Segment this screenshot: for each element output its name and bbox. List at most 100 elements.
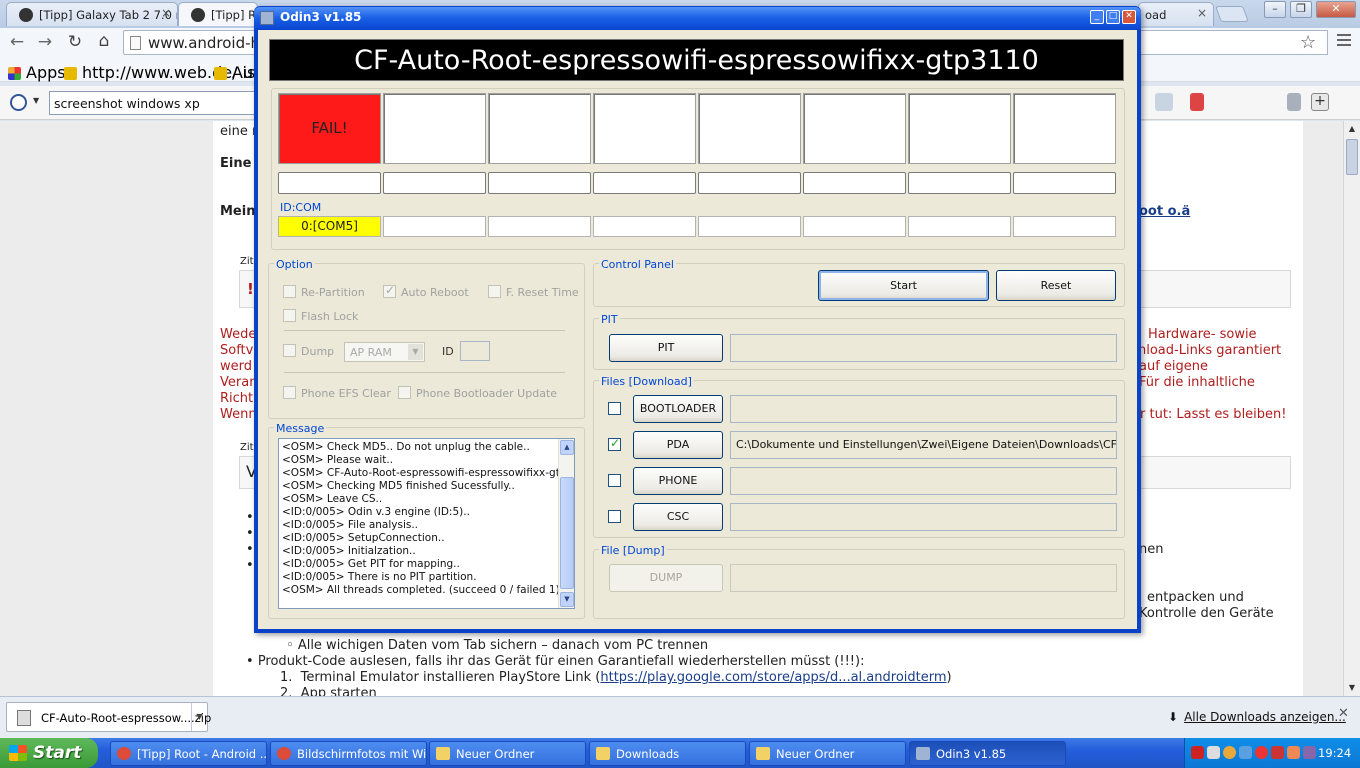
scroll-thumb[interactable]: [1346, 139, 1358, 175]
tray-app-icon[interactable]: [1207, 746, 1220, 759]
download-item[interactable]: CF-Auto-Root-espressow....zip ▼: [6, 702, 211, 732]
tray-app-icon[interactable]: [1303, 746, 1316, 759]
f-reset-time-checkbox[interactable]: [488, 285, 501, 298]
status-slot-2: [383, 93, 486, 164]
back-icon[interactable]: ←: [6, 32, 28, 52]
playstore-link[interactable]: https://play.google.com/store/apps/d...a…: [600, 670, 946, 685]
message-line: <OSM> Checking MD5 finished Sucessfully.…: [282, 480, 515, 492]
close-icon[interactable]: ×: [1197, 6, 1207, 20]
pda-checkbox[interactable]: [608, 436, 621, 451]
phone-button[interactable]: PHONE: [633, 467, 723, 495]
re-partition-checkbox[interactable]: [283, 285, 296, 298]
start-button[interactable]: Start: [818, 270, 989, 301]
odin-maximize-button[interactable]: □: [1106, 10, 1120, 24]
dropdown-icon[interactable]: ▼: [33, 96, 39, 105]
message-line: <ID:0/005> SetupConnection..: [282, 532, 445, 544]
tray-app-icon[interactable]: [1255, 746, 1268, 759]
toolbar-logo-icon[interactable]: [10, 94, 27, 111]
bookmark-apps[interactable]: Apps: [8, 63, 66, 82]
taskbar-item[interactable]: [Tipp] Root - Android ...: [110, 741, 267, 766]
phone-bootloader-update-checkbox[interactable]: [398, 386, 411, 399]
taskbar-item-odin[interactable]: Odin3 v1.85: [909, 741, 1066, 766]
scroll-up-icon[interactable]: ▲: [560, 440, 574, 455]
bootloader-checkbox[interactable]: [608, 402, 621, 415]
scroll-down-icon[interactable]: ▼: [1344, 680, 1360, 696]
reload-icon[interactable]: ↻: [64, 32, 86, 52]
android-icon: [19, 8, 33, 22]
close-button[interactable]: ✕: [1316, 1, 1356, 18]
maximize-button[interactable]: ❐: [1290, 1, 1312, 18]
scroll-up-icon[interactable]: ▲: [1344, 121, 1360, 137]
address-bar[interactable]: www.android-h: [123, 30, 257, 55]
forward-icon[interactable]: →: [34, 32, 56, 52]
auto-reboot-checkbox[interactable]: [383, 283, 396, 298]
odin-title-bar[interactable]: Odin3 v1.85: [254, 7, 1141, 29]
bootloader-button[interactable]: BOOTLOADER: [633, 395, 723, 423]
home-icon[interactable]: ⌂: [93, 31, 115, 51]
dump-target-select[interactable]: AP RAM ▼: [344, 342, 425, 362]
browser-tab-root[interactable]: [Tipp] Ro: [178, 2, 258, 26]
message-scrollbar[interactable]: ▲ ▼: [558, 439, 574, 608]
option-divider: [284, 330, 565, 331]
pda-button[interactable]: PDA: [633, 431, 723, 459]
browser-tab-download[interactable]: oad ×: [1138, 2, 1214, 26]
trash-icon[interactable]: [1190, 93, 1204, 111]
phone-efs-clear-checkbox[interactable]: [283, 386, 296, 399]
flash-lock-checkbox[interactable]: [283, 309, 296, 322]
address-text: www.android-h: [148, 34, 257, 52]
odin-app-icon: [260, 11, 274, 25]
taskbar-item[interactable]: Neuer Ordner: [429, 741, 586, 766]
minimize-button[interactable]: –: [1264, 1, 1286, 18]
odin-close-button[interactable]: ✕: [1122, 10, 1136, 24]
progress-bar-3: [488, 172, 591, 194]
wrench-icon[interactable]: [1287, 93, 1301, 111]
odin-minimize-button[interactable]: _: [1090, 10, 1104, 24]
progress-bar-5: [698, 172, 801, 194]
page-heading: Eine: [220, 156, 252, 171]
taskbar-item[interactable]: Downloads: [589, 741, 746, 766]
new-tab-button[interactable]: [1215, 6, 1249, 22]
tray-app-icon[interactable]: [1223, 746, 1236, 759]
page-text: Kontrolle den Geräte: [1139, 606, 1274, 621]
show-all-downloads[interactable]: ⬇ Alle Downloads anzeigen...: [1168, 710, 1346, 724]
page-scrollbar[interactable]: ▲ ▼: [1343, 121, 1360, 696]
browser-tab-galaxy[interactable]: [Tipp] Galaxy Tab 2 7.0 r ×: [6, 2, 178, 26]
dump-file-field[interactable]: [730, 564, 1117, 592]
csc-file-field[interactable]: [730, 503, 1117, 531]
message-log[interactable]: <OSM> Check MD5.. Do not unplug the cabl…: [278, 438, 575, 609]
menu-icon[interactable]: [1337, 34, 1351, 46]
bootloader-file-field[interactable]: [730, 395, 1117, 423]
gamepad-icon[interactable]: [1155, 93, 1173, 111]
start-button[interactable]: Start: [0, 738, 98, 768]
scroll-down-icon[interactable]: ▼: [560, 592, 574, 607]
tray-app-icon[interactable]: [1191, 746, 1204, 759]
scroll-thumb[interactable]: [560, 477, 574, 589]
search-input[interactable]: screenshot windows xp: [49, 91, 255, 115]
pit-file-field[interactable]: [730, 334, 1117, 362]
tray-app-icon[interactable]: [1287, 746, 1300, 759]
taskbar-item[interactable]: Bildschirmfotos mit Wi...: [270, 741, 427, 766]
dump-button[interactable]: DUMP: [609, 564, 723, 592]
id-field[interactable]: [460, 341, 490, 361]
csc-button[interactable]: CSC: [633, 503, 723, 531]
csc-checkbox[interactable]: [608, 510, 621, 523]
star-icon[interactable]: ☆: [1300, 32, 1316, 53]
chevron-down-icon[interactable]: ▼: [191, 703, 207, 731]
message-line: <ID:0/005> Odin v.3 engine (ID:5)..: [282, 506, 470, 518]
tray-app-icon[interactable]: [1271, 746, 1284, 759]
f-reset-time-label: F. Reset Time: [506, 286, 579, 299]
pda-file-field[interactable]: C:\Dokumente und Einstellungen\Zwei\Eige…: [730, 431, 1117, 459]
close-icon[interactable]: ×: [161, 6, 171, 20]
close-icon[interactable]: ✕: [1338, 706, 1349, 721]
taskbar-item[interactable]: Neuer Ordner: [749, 741, 906, 766]
phone-file-field[interactable]: [730, 467, 1117, 495]
tray-app-icon[interactable]: [1239, 746, 1252, 759]
dump-checkbox[interactable]: [283, 344, 296, 357]
warning-text: Wenn: [220, 407, 257, 422]
option-label: Option: [274, 258, 315, 271]
phone-checkbox[interactable]: [608, 474, 621, 487]
pit-button[interactable]: PIT: [609, 334, 723, 362]
reset-button[interactable]: Reset: [996, 270, 1116, 301]
page-link[interactable]: oot o.ä: [1139, 204, 1190, 219]
plus-icon[interactable]: +: [1311, 93, 1329, 111]
